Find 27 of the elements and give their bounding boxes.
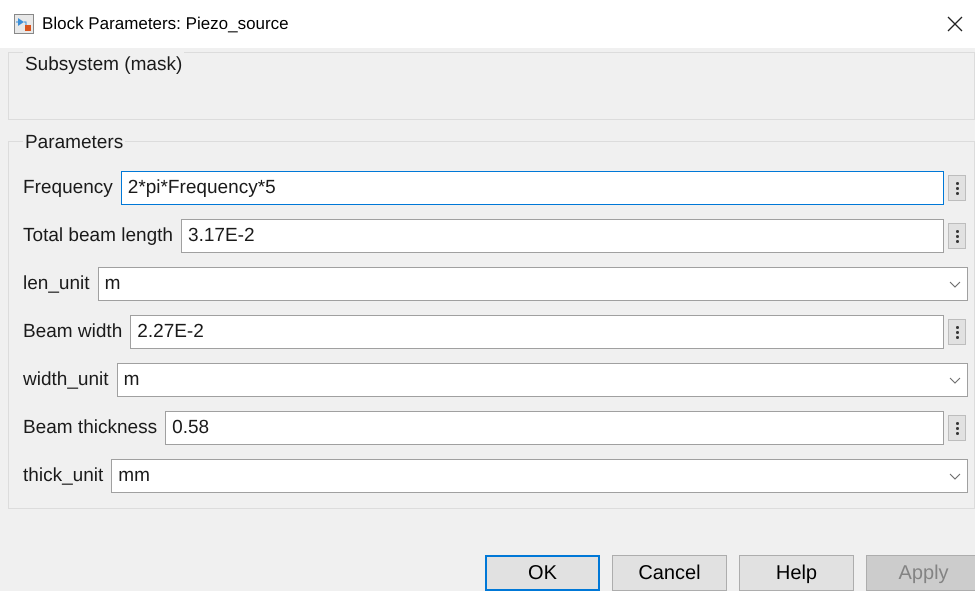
dropdown[interactable]: m [116,363,968,397]
field-label: thick_unit [23,464,104,488]
dialog-button[interactable]: Help [739,555,854,591]
dropdown[interactable]: m [98,267,968,301]
input-field[interactable]: 2*pi*Frequency*5 [120,171,944,205]
field-label: Beam width [23,320,122,344]
block-icon [14,14,34,34]
close-icon[interactable] [947,16,963,32]
more-options-button[interactable] [948,223,966,249]
more-options-button[interactable] [948,415,966,441]
input-field[interactable]: 0.58 [165,411,944,445]
dialog-button[interactable]: OK [485,555,600,591]
dialog-button[interactable]: Cancel [612,555,727,591]
chevron-down-icon [949,472,961,480]
chevron-down-icon [949,280,961,288]
field-label: Beam thickness [23,416,158,440]
more-options-button[interactable] [948,175,966,201]
field-label: Frequency [23,176,113,200]
chevron-down-icon [949,376,961,384]
field-label: Total beam length [23,224,173,248]
input-field[interactable]: 2.27E-2 [130,315,944,349]
input-field[interactable]: 3.17E-2 [181,219,944,253]
window-title: Block Parameters: Piezo_source [42,13,289,36]
field-label: len_unit [23,272,90,296]
dropdown[interactable]: mm [111,459,968,493]
field-label: width_unit [23,368,109,392]
more-options-button[interactable] [948,319,966,345]
